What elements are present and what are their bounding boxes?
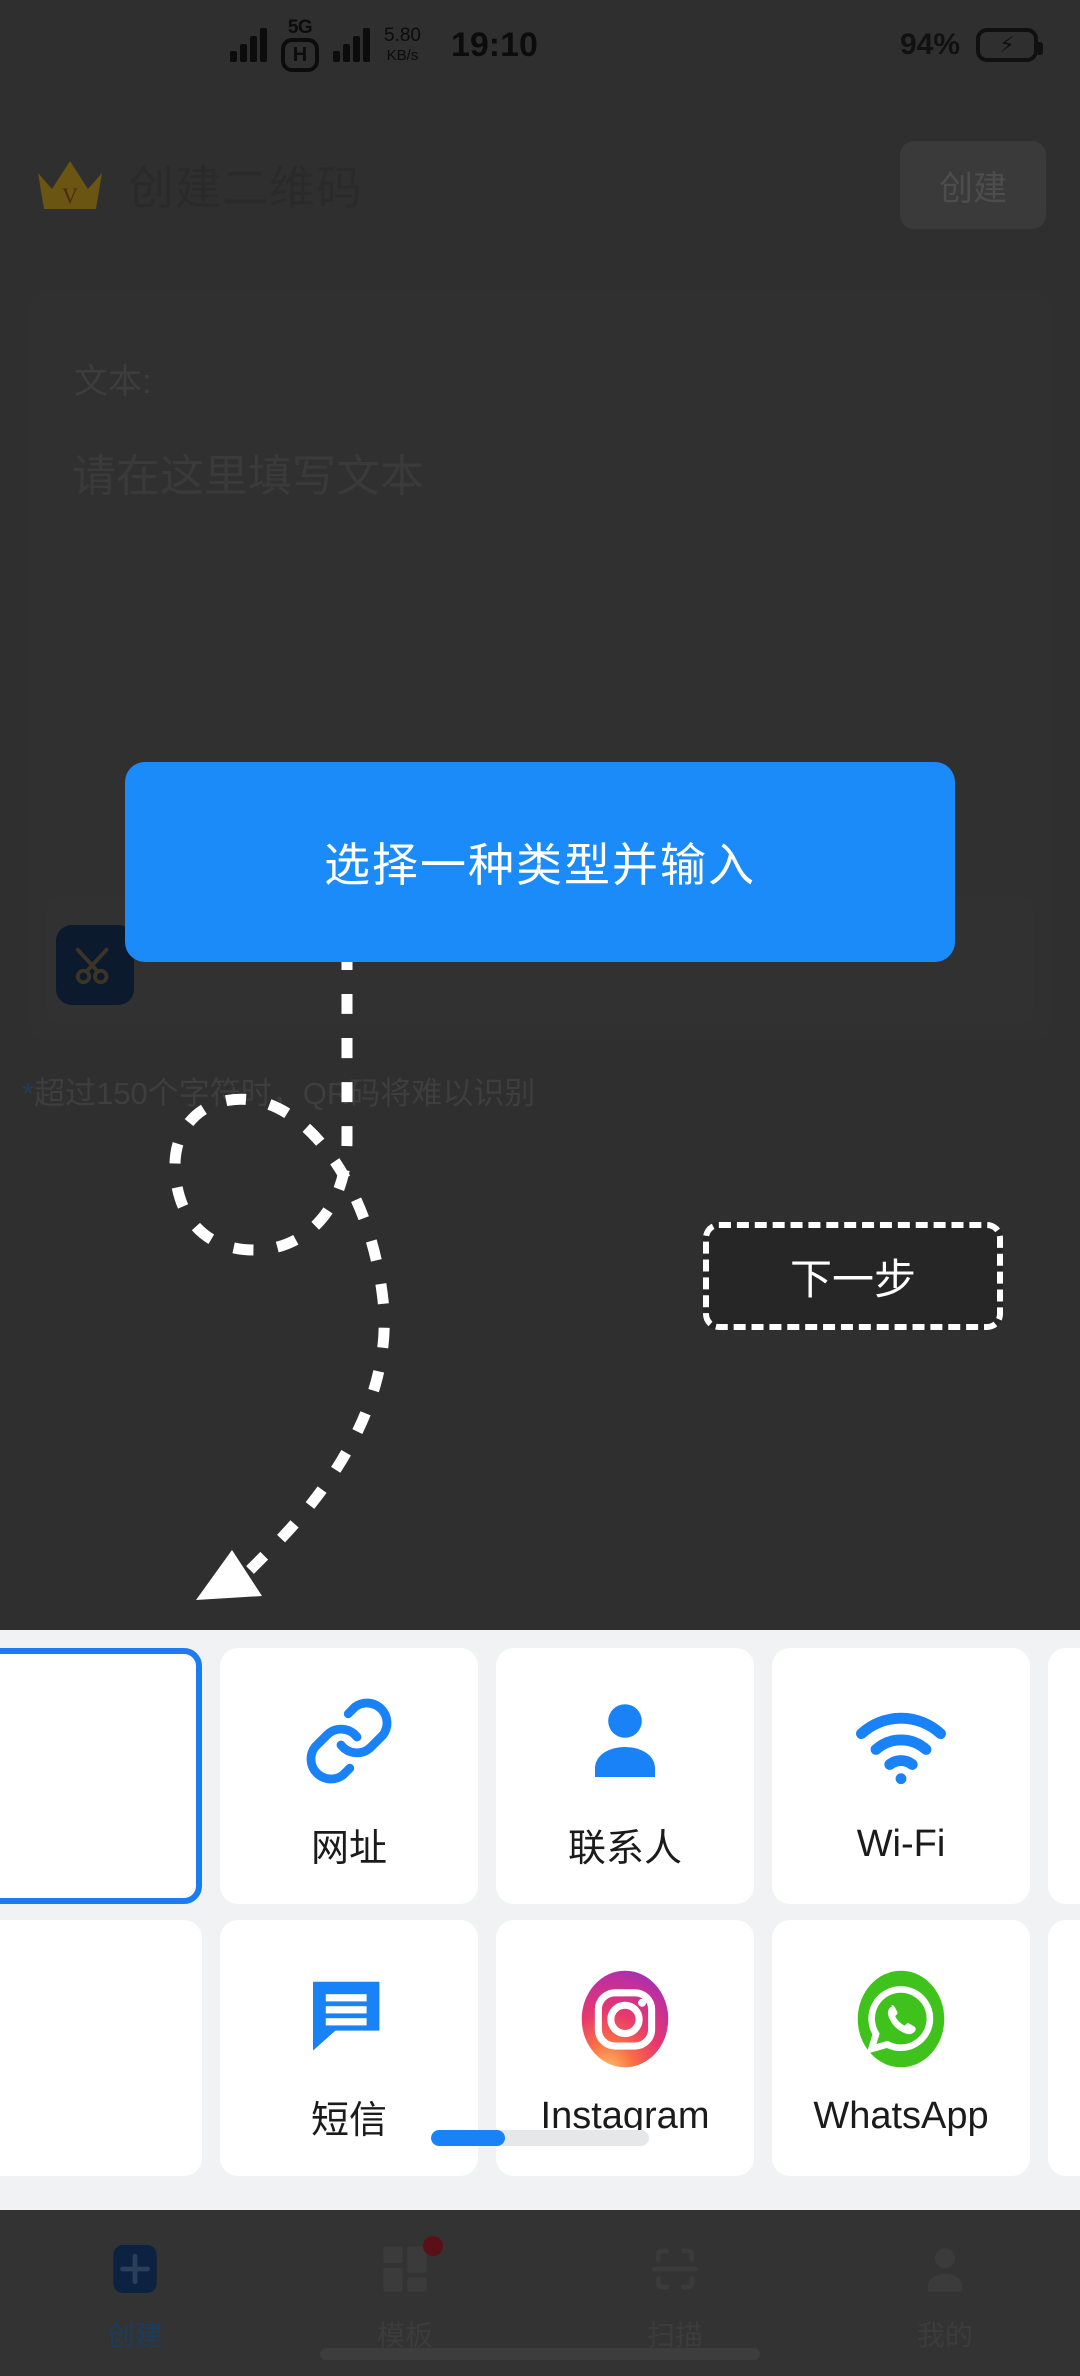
grid-icon bbox=[376, 2232, 443, 2306]
scissors-glyph bbox=[75, 947, 109, 985]
nav-item-template[interactable]: 模板 bbox=[270, 2232, 540, 2354]
status-bar-right: 94% ⚡ bbox=[900, 28, 1080, 62]
network-speed: 5.80 KB/s bbox=[384, 25, 421, 64]
wifi-glyph bbox=[856, 1712, 946, 1784]
type-card-text[interactable] bbox=[0, 1648, 202, 1904]
signal-bars-icon bbox=[230, 28, 267, 62]
type-picker-sheet[interactable]: 网址 联系人 Wi-Fi 短信 Instagram WhatsApp bbox=[0, 1630, 1080, 2210]
instagram-icon bbox=[575, 1959, 675, 2079]
person-icon bbox=[916, 2232, 974, 2306]
person-glyph bbox=[927, 2248, 963, 2292]
scan-icon bbox=[646, 2232, 704, 2306]
type-card-label: Wi-Fi bbox=[856, 1822, 946, 1865]
create-button-label: 创建 bbox=[939, 169, 1007, 208]
text-input[interactable]: 请在这里填写文本 bbox=[72, 440, 424, 504]
type-grid: 网址 联系人 Wi-Fi 短信 Instagram WhatsApp bbox=[0, 1648, 1080, 2176]
type-card-contact[interactable]: 联系人 bbox=[496, 1648, 754, 1904]
scan-glyph bbox=[652, 2248, 698, 2290]
status-bar: 5G H 5.80 KB/s 19:10 94% ⚡ bbox=[0, 0, 1080, 90]
type-card-blank[interactable] bbox=[0, 1920, 202, 2176]
scissors-icon[interactable] bbox=[56, 925, 134, 1005]
type-card-spotify[interactable]: Spotify bbox=[1048, 1920, 1080, 2176]
bottom-navigation[interactable]: 创建 模板 扫描 我的 bbox=[0, 2210, 1080, 2376]
status-bar-center: 5G H 5.80 KB/s 19:10 bbox=[230, 18, 900, 72]
whatsapp-icon bbox=[851, 1959, 951, 2079]
type-row: 网址 联系人 Wi-Fi bbox=[0, 1648, 1080, 1904]
network-gen-label: 5G bbox=[287, 17, 313, 38]
type-card-label: 网址 bbox=[310, 1827, 387, 1870]
type-card-whatsapp[interactable]: WhatsApp bbox=[772, 1920, 1030, 2176]
hint-text: 超过150个字符时，QR码将难以识别 bbox=[34, 1076, 536, 1111]
sms-icon bbox=[301, 1953, 397, 2073]
nav-item-profile[interactable]: 我的 bbox=[810, 2232, 1080, 2354]
contact-icon bbox=[577, 1681, 673, 1801]
hint-asterisk: * bbox=[22, 1076, 35, 1111]
plus-square-icon bbox=[106, 2232, 164, 2306]
nav-item-label: 创建 bbox=[106, 2320, 163, 2351]
network-type-icon: 5G H bbox=[281, 18, 319, 72]
next-step-label: 下一步 bbox=[789, 1255, 916, 1303]
page-indicator-fill bbox=[431, 2130, 505, 2146]
speed-value: 5.80 bbox=[384, 25, 421, 47]
type-card-label: 联系人 bbox=[567, 1827, 682, 1870]
character-limit-hint: *超过150个字符时，QR码将难以识别 bbox=[22, 1068, 535, 1113]
contact-glyph bbox=[595, 1703, 655, 1777]
battery-percent-label: 94% bbox=[899, 28, 960, 61]
nav-item-label: 我的 bbox=[916, 2320, 973, 2351]
nav-item-scan[interactable]: 扫描 bbox=[540, 2232, 810, 2354]
link-glyph bbox=[306, 1698, 392, 1783]
page-title: 创建二维码 bbox=[128, 162, 363, 214]
type-card-email[interactable]: 电子邮箱 bbox=[1048, 1648, 1080, 1904]
status-bar-clock: 19:10 bbox=[450, 25, 538, 64]
app-header: V 创建二维码 创建 bbox=[0, 130, 1080, 240]
battery-charging-icon: ⚡ bbox=[976, 28, 1043, 62]
next-step-button[interactable]: 下一步 bbox=[703, 1222, 1003, 1330]
instagram-glyph bbox=[581, 1970, 669, 2067]
notification-badge-dot bbox=[423, 2236, 443, 2256]
crown-icon: V bbox=[38, 161, 102, 209]
sheet-page-indicator[interactable] bbox=[431, 2130, 649, 2146]
plus-square-glyph bbox=[113, 2245, 157, 2293]
hsdpa-icon: H bbox=[281, 38, 319, 72]
nav-item-create[interactable]: 创建 bbox=[0, 2232, 270, 2354]
text-field-label: 文本: bbox=[74, 363, 152, 401]
type-card-url[interactable]: 网址 bbox=[220, 1648, 478, 1904]
svg-text:V: V bbox=[62, 183, 78, 208]
type-card-label: 短信 bbox=[310, 2099, 387, 2142]
whatsapp-glyph bbox=[857, 1970, 945, 2067]
type-card-label: WhatsApp bbox=[813, 2094, 989, 2137]
home-indicator bbox=[320, 2348, 760, 2360]
coach-tooltip[interactable]: 选择一种类型并输入 bbox=[125, 762, 955, 962]
sms-glyph bbox=[313, 1981, 380, 2051]
type-card-wifi[interactable]: Wi-Fi bbox=[772, 1648, 1030, 1904]
coach-tooltip-text: 选择一种类型并输入 bbox=[324, 839, 756, 891]
signal-bars-icon-secondary bbox=[333, 28, 370, 62]
speed-unit: KB/s bbox=[386, 47, 419, 65]
create-button[interactable]: 创建 bbox=[900, 141, 1046, 229]
wifi-icon bbox=[851, 1687, 951, 1807]
link-icon bbox=[301, 1681, 397, 1801]
